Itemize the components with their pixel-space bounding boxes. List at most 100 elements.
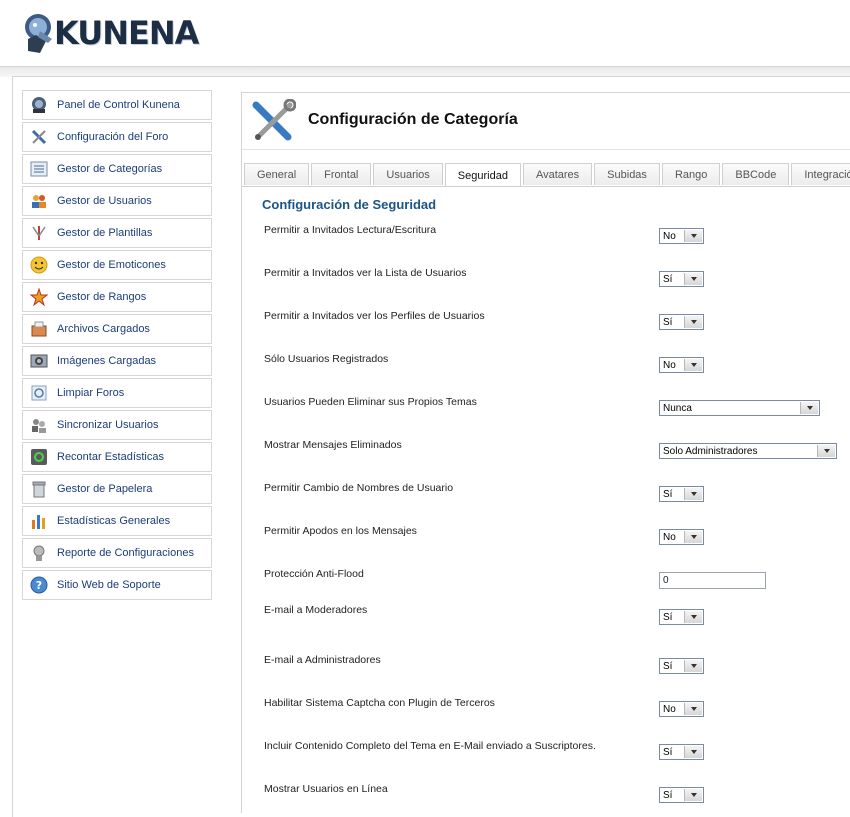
setting-label: E-mail a Moderadores	[264, 604, 368, 616]
logo-text: KUNENA	[54, 14, 199, 52]
sync-users-icon	[29, 415, 49, 435]
sidebar-item-files[interactable]: Archivos Cargados	[22, 314, 212, 344]
setting-label: Usuarios Pueden Eliminar sus Propios Tem…	[264, 396, 477, 408]
files-icon	[29, 319, 49, 339]
sidebar-item-emoticons[interactable]: Gestor de Emoticones	[22, 250, 212, 280]
email-admins-select[interactable]: Sí	[659, 658, 704, 674]
report-icon	[29, 543, 49, 563]
smiley-icon	[29, 255, 49, 275]
sidebar-item-sync-users[interactable]: Sincronizar Usuarios	[22, 410, 212, 440]
sidebar-item-label: Configuración del Foro	[57, 131, 169, 143]
chevron-down-icon	[684, 746, 702, 758]
sidebar-item-label: Sincronizar Usuarios	[57, 419, 159, 431]
trash-icon	[29, 479, 49, 499]
images-icon	[29, 351, 49, 371]
sidebar-item-ranks[interactable]: Gestor de Rangos	[22, 282, 212, 312]
setting-label: Permitir a Invitados ver los Perfiles de…	[264, 310, 485, 322]
setting-label: Incluir Contenido Completo del Tema en E…	[264, 740, 596, 752]
tools-icon	[29, 127, 49, 147]
categories-icon	[29, 159, 49, 179]
sidebar: Panel de Control Kunena Configuración de…	[22, 90, 212, 602]
sidebar-item-templates[interactable]: Gestor de Plantillas	[22, 218, 212, 248]
chevron-down-icon	[684, 273, 702, 285]
sidebar-item-report[interactable]: Reporte de Configuraciones	[22, 538, 212, 568]
sidebar-item-images[interactable]: Imágenes Cargadas	[22, 346, 212, 376]
sidebar-item-users[interactable]: Gestor de Usuarios	[22, 186, 212, 216]
email-moderators-select[interactable]: Sí	[659, 609, 704, 625]
setting-label: Mostrar Mensajes Eliminados	[264, 439, 402, 451]
username-change-select[interactable]: Sí	[659, 486, 704, 502]
nicknames-select[interactable]: No	[659, 529, 704, 545]
tab-seguridad[interactable]: Seguridad	[444, 163, 521, 187]
chevron-down-icon	[684, 660, 702, 672]
sidebar-item-clean[interactable]: Limpiar Foros	[22, 378, 212, 408]
sidebar-item-forum-config[interactable]: Configuración del Foro	[22, 122, 212, 152]
kunena-panel-icon	[29, 95, 49, 115]
setting-label: Permitir Apodos en los Mensajes	[264, 525, 417, 537]
captcha-select[interactable]: No	[659, 701, 704, 717]
title-bar: Configuración de Categoría	[242, 93, 850, 150]
tab-general[interactable]: General	[244, 163, 310, 185]
guest-user-list-select[interactable]: Sí	[659, 271, 704, 287]
sidebar-item-label: Sitio Web de Soporte	[57, 579, 161, 591]
sidebar-item-support[interactable]: ? Sitio Web de Soporte	[22, 570, 212, 600]
tools-icon	[252, 99, 296, 141]
sidebar-item-label: Archivos Cargados	[57, 323, 150, 335]
setting-label: Mostrar Usuarios en Línea	[264, 783, 388, 795]
sidebar-item-label: Gestor de Emoticones	[57, 259, 166, 271]
sidebar-item-label: Gestor de Usuarios	[57, 195, 152, 207]
tab-bar: General Frontal Usuarios Seguridad Avata…	[244, 163, 850, 187]
full-topic-email-select[interactable]: Sí	[659, 744, 704, 760]
chevron-down-icon	[684, 789, 702, 801]
sidebar-item-label: Gestor de Rangos	[57, 291, 147, 303]
sidebar-item-recount[interactable]: Recontar Estadísticas	[22, 442, 212, 472]
tab-integracion[interactable]: Integración	[791, 163, 850, 185]
help-icon: ?	[29, 575, 49, 595]
templates-icon	[29, 223, 49, 243]
sidebar-item-trash[interactable]: Gestor de Papelera	[22, 474, 212, 504]
setting-label: Habilitar Sistema Captcha con Plugin de …	[264, 697, 495, 709]
chevron-down-icon	[684, 488, 702, 500]
chevron-down-icon	[684, 359, 702, 371]
sidebar-item-label: Gestor de Plantillas	[57, 227, 153, 239]
sidebar-item-label: Panel de Control Kunena	[57, 99, 180, 111]
tab-subidas[interactable]: Subidas	[594, 163, 660, 185]
kunena-logo[interactable]: KUNENA	[20, 8, 199, 58]
section-title: Configuración de Seguridad	[262, 197, 437, 212]
sidebar-item-control-panel[interactable]: Panel de Control Kunena	[22, 90, 212, 120]
svg-text:?: ?	[36, 579, 42, 592]
tab-avatares[interactable]: Avatares	[522, 163, 593, 185]
sidebar-item-label: Imágenes Cargadas	[57, 355, 157, 367]
main-panel: Configuración de Categoría General Front…	[241, 92, 850, 813]
setting-label: Sólo Usuarios Registrados	[264, 353, 389, 365]
stats-icon	[29, 511, 49, 531]
sidebar-item-categories[interactable]: Gestor de Categorías	[22, 154, 212, 184]
chevron-down-icon	[817, 445, 835, 457]
chevron-down-icon	[684, 531, 702, 543]
guest-profiles-select[interactable]: Sí	[659, 314, 704, 330]
chevron-down-icon	[684, 230, 702, 242]
setting-label: E-mail a Administradores	[264, 654, 381, 666]
tab-usuarios[interactable]: Usuarios	[373, 163, 443, 185]
registered-only-select[interactable]: No	[659, 357, 704, 373]
sidebar-item-label: Recontar Estadísticas	[57, 451, 164, 463]
tab-frontal[interactable]: Frontal	[311, 163, 372, 185]
users-icon	[29, 191, 49, 211]
chevron-down-icon	[684, 316, 702, 328]
anti-flood-input[interactable]: 0	[659, 572, 766, 589]
recount-icon	[29, 447, 49, 467]
tab-rango[interactable]: Rango	[661, 163, 721, 185]
users-delete-topics-select[interactable]: Nunca	[659, 400, 820, 416]
show-deleted-messages-select[interactable]: Solo Administradores	[659, 443, 837, 459]
tab-bbcode[interactable]: BBCode	[722, 163, 790, 185]
sidebar-item-label: Estadísticas Generales	[57, 515, 171, 527]
page-title: Configuración de Categoría	[308, 111, 518, 128]
show-online-users-select[interactable]: Sí	[659, 787, 704, 803]
clean-icon	[29, 383, 49, 403]
setting-label: Permitir a Invitados ver la Lista de Usu…	[264, 267, 467, 279]
chevron-down-icon	[684, 703, 702, 715]
setting-label: Protección Anti-Flood	[264, 568, 364, 580]
guest-read-write-select[interactable]: No	[659, 228, 704, 244]
setting-label: Permitir Cambio de Nombres de Usuario	[264, 482, 454, 494]
sidebar-item-stats[interactable]: Estadísticas Generales	[22, 506, 212, 536]
